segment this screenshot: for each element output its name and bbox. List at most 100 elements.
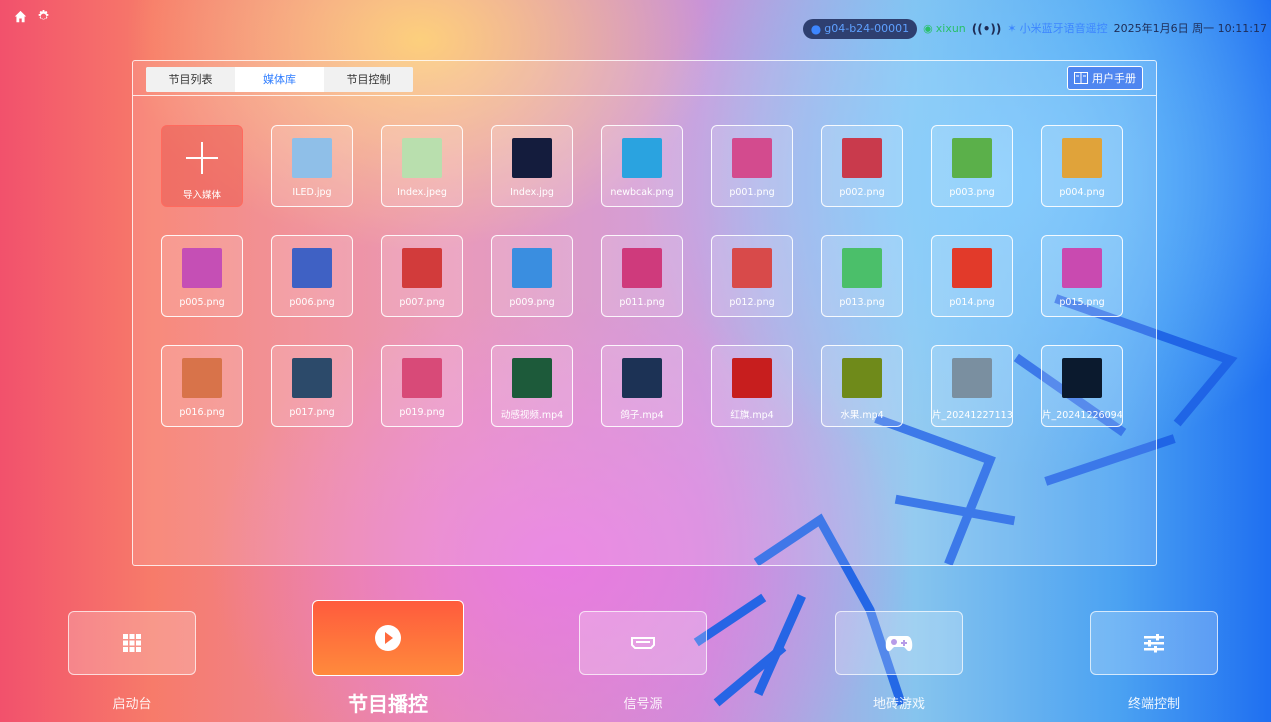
media-filename: 水果.mp4 bbox=[840, 410, 884, 421]
datetime: 2025年1月6日 周一 10:11:17 bbox=[1113, 22, 1267, 35]
media-filename: p016.png bbox=[179, 407, 225, 418]
media-tile[interactable]: p015.png bbox=[1041, 235, 1123, 317]
dock-program-playback-button[interactable] bbox=[312, 600, 464, 676]
media-tile[interactable]: p017.png bbox=[271, 345, 353, 427]
dock-floor-tile-game-button[interactable] bbox=[835, 611, 963, 675]
media-filename: newbcak.png bbox=[610, 187, 674, 198]
media-thumbnail bbox=[842, 358, 882, 398]
media-thumbnail bbox=[842, 138, 882, 178]
dock-program-playback[interactable]: 节目播控 bbox=[312, 600, 464, 717]
media-library-panel: 节目列表 媒体库 节目控制 用户手册 导入媒体 ILED.jpg Index.jp… bbox=[132, 60, 1157, 566]
gear-icon[interactable] bbox=[37, 10, 50, 23]
media-tile[interactable]: 动感视频.mp4 bbox=[491, 345, 573, 427]
media-tile[interactable]: Index.jpg bbox=[491, 125, 573, 207]
dock-floor-tile-game-label: 地砖游戏 bbox=[872, 697, 925, 712]
media-filename: 片_20241226094 bbox=[1042, 410, 1122, 421]
media-filename: 动感视频.mp4 bbox=[500, 410, 564, 421]
media-thumbnail bbox=[1062, 138, 1102, 178]
media-tile[interactable]: p012.png bbox=[711, 235, 793, 317]
media-filename: p013.png bbox=[839, 297, 885, 308]
media-tile[interactable]: p001.png bbox=[711, 125, 793, 207]
sliders-icon bbox=[1144, 634, 1164, 653]
user-icon: ● bbox=[810, 22, 822, 36]
user-manual-label: 用户手册 bbox=[1092, 72, 1136, 85]
media-tile[interactable]: p003.png bbox=[931, 125, 1013, 207]
media-filename: ILED.jpg bbox=[292, 187, 332, 198]
dock-signal-source-button[interactable] bbox=[579, 611, 707, 675]
device-id-badge: ● g04-b24-00001 bbox=[802, 19, 918, 39]
dock-terminal-control-label: 终端控制 bbox=[1127, 697, 1180, 712]
media-filename: p001.png bbox=[729, 187, 775, 198]
media-tile[interactable]: p016.png bbox=[161, 345, 243, 427]
dock-terminal-control[interactable]: 终端控制 bbox=[1090, 611, 1218, 712]
user-manual-button[interactable]: 用户手册 bbox=[1067, 66, 1143, 90]
wifi-name: xixun bbox=[935, 22, 966, 35]
media-tile[interactable]: p005.png bbox=[161, 235, 243, 317]
media-thumbnail bbox=[402, 138, 442, 178]
book-icon bbox=[1074, 72, 1088, 84]
status-bar: ● g04-b24-00001 ◉ xixun ((•)) ✶ 小米蓝牙语音遥控… bbox=[802, 19, 1267, 39]
media-tile[interactable]: p009.png bbox=[491, 235, 573, 317]
media-filename: p014.png bbox=[949, 297, 995, 308]
hdmi-icon bbox=[631, 637, 655, 649]
media-tile[interactable]: 红旗.mp4 bbox=[711, 345, 793, 427]
media-grid: 导入媒体 ILED.jpg Index.jpeg Index.jpg newbcak.… bbox=[161, 125, 1123, 427]
import-media-button[interactable]: 导入媒体 bbox=[161, 125, 243, 207]
media-filename: p007.png bbox=[399, 297, 445, 308]
play-circle-icon bbox=[375, 625, 401, 651]
media-tile[interactable]: p004.png bbox=[1041, 125, 1123, 207]
media-tile[interactable]: p013.png bbox=[821, 235, 903, 317]
media-filename: p015.png bbox=[1059, 297, 1105, 308]
bluetooth-icon: ✶ bbox=[1007, 22, 1017, 35]
media-filename: p003.png bbox=[949, 187, 995, 198]
tab-program-list[interactable]: 节目列表 bbox=[146, 67, 235, 92]
home-icon[interactable] bbox=[14, 10, 27, 23]
media-tile[interactable]: 片_20241226094 bbox=[1041, 345, 1123, 427]
media-tile[interactable]: Index.jpeg bbox=[381, 125, 463, 207]
media-thumbnail bbox=[182, 248, 222, 288]
media-tile[interactable]: newbcak.png bbox=[601, 125, 683, 207]
media-filename: 鸽子.mp4 bbox=[620, 410, 664, 421]
dock-signal-source-label: 信号源 bbox=[623, 697, 663, 712]
media-tile[interactable]: p007.png bbox=[381, 235, 463, 317]
import-media-label: 导入媒体 bbox=[182, 190, 221, 201]
media-thumbnail bbox=[292, 248, 332, 288]
media-filename: p019.png bbox=[399, 407, 445, 418]
media-thumbnail bbox=[842, 248, 882, 288]
wifi-icon: ◉ bbox=[923, 22, 933, 35]
media-filename: p004.png bbox=[1059, 187, 1105, 198]
dock-terminal-control-button[interactable] bbox=[1090, 611, 1218, 675]
media-tile[interactable]: 水果.mp4 bbox=[821, 345, 903, 427]
media-thumbnail bbox=[952, 138, 992, 178]
media-thumbnail bbox=[1062, 248, 1102, 288]
media-tile[interactable]: p006.png bbox=[271, 235, 353, 317]
media-filename: p012.png bbox=[729, 297, 775, 308]
media-filename: Index.jpg bbox=[510, 187, 554, 198]
media-tile[interactable]: ILED.jpg bbox=[271, 125, 353, 207]
media-filename: p006.png bbox=[289, 297, 335, 308]
media-thumbnail bbox=[622, 248, 662, 288]
media-thumbnail bbox=[732, 138, 772, 178]
dock-launcher-label: 启动台 bbox=[112, 697, 152, 712]
media-thumbnail bbox=[182, 358, 222, 398]
dock-signal-source[interactable]: 信号源 bbox=[579, 611, 707, 712]
dock-launcher[interactable]: 启动台 bbox=[68, 611, 196, 712]
plus-icon bbox=[182, 138, 222, 178]
tab-program-control[interactable]: 节目控制 bbox=[324, 67, 413, 92]
dock-floor-tile-game[interactable]: 地砖游戏 bbox=[835, 611, 963, 712]
media-tile[interactable]: p011.png bbox=[601, 235, 683, 317]
media-thumbnail bbox=[622, 358, 662, 398]
media-tile[interactable]: p014.png bbox=[931, 235, 1013, 317]
media-tile[interactable]: 鸽子.mp4 bbox=[601, 345, 683, 427]
media-tile[interactable]: p019.png bbox=[381, 345, 463, 427]
media-filename: 红旗.mp4 bbox=[730, 410, 774, 421]
tab-media-library[interactable]: 媒体库 bbox=[235, 67, 324, 92]
dock-launcher-button[interactable] bbox=[68, 611, 196, 675]
media-thumbnail bbox=[622, 138, 662, 178]
signal-icon: ((•)) bbox=[971, 22, 1002, 36]
media-tile[interactable]: 片_202412271137 bbox=[931, 345, 1013, 427]
media-filename: p009.png bbox=[509, 297, 555, 308]
media-tile[interactable]: p002.png bbox=[821, 125, 903, 207]
bluetooth-name: 小米蓝牙语音遥控 bbox=[1019, 22, 1108, 35]
media-filename: p005.png bbox=[179, 297, 225, 308]
